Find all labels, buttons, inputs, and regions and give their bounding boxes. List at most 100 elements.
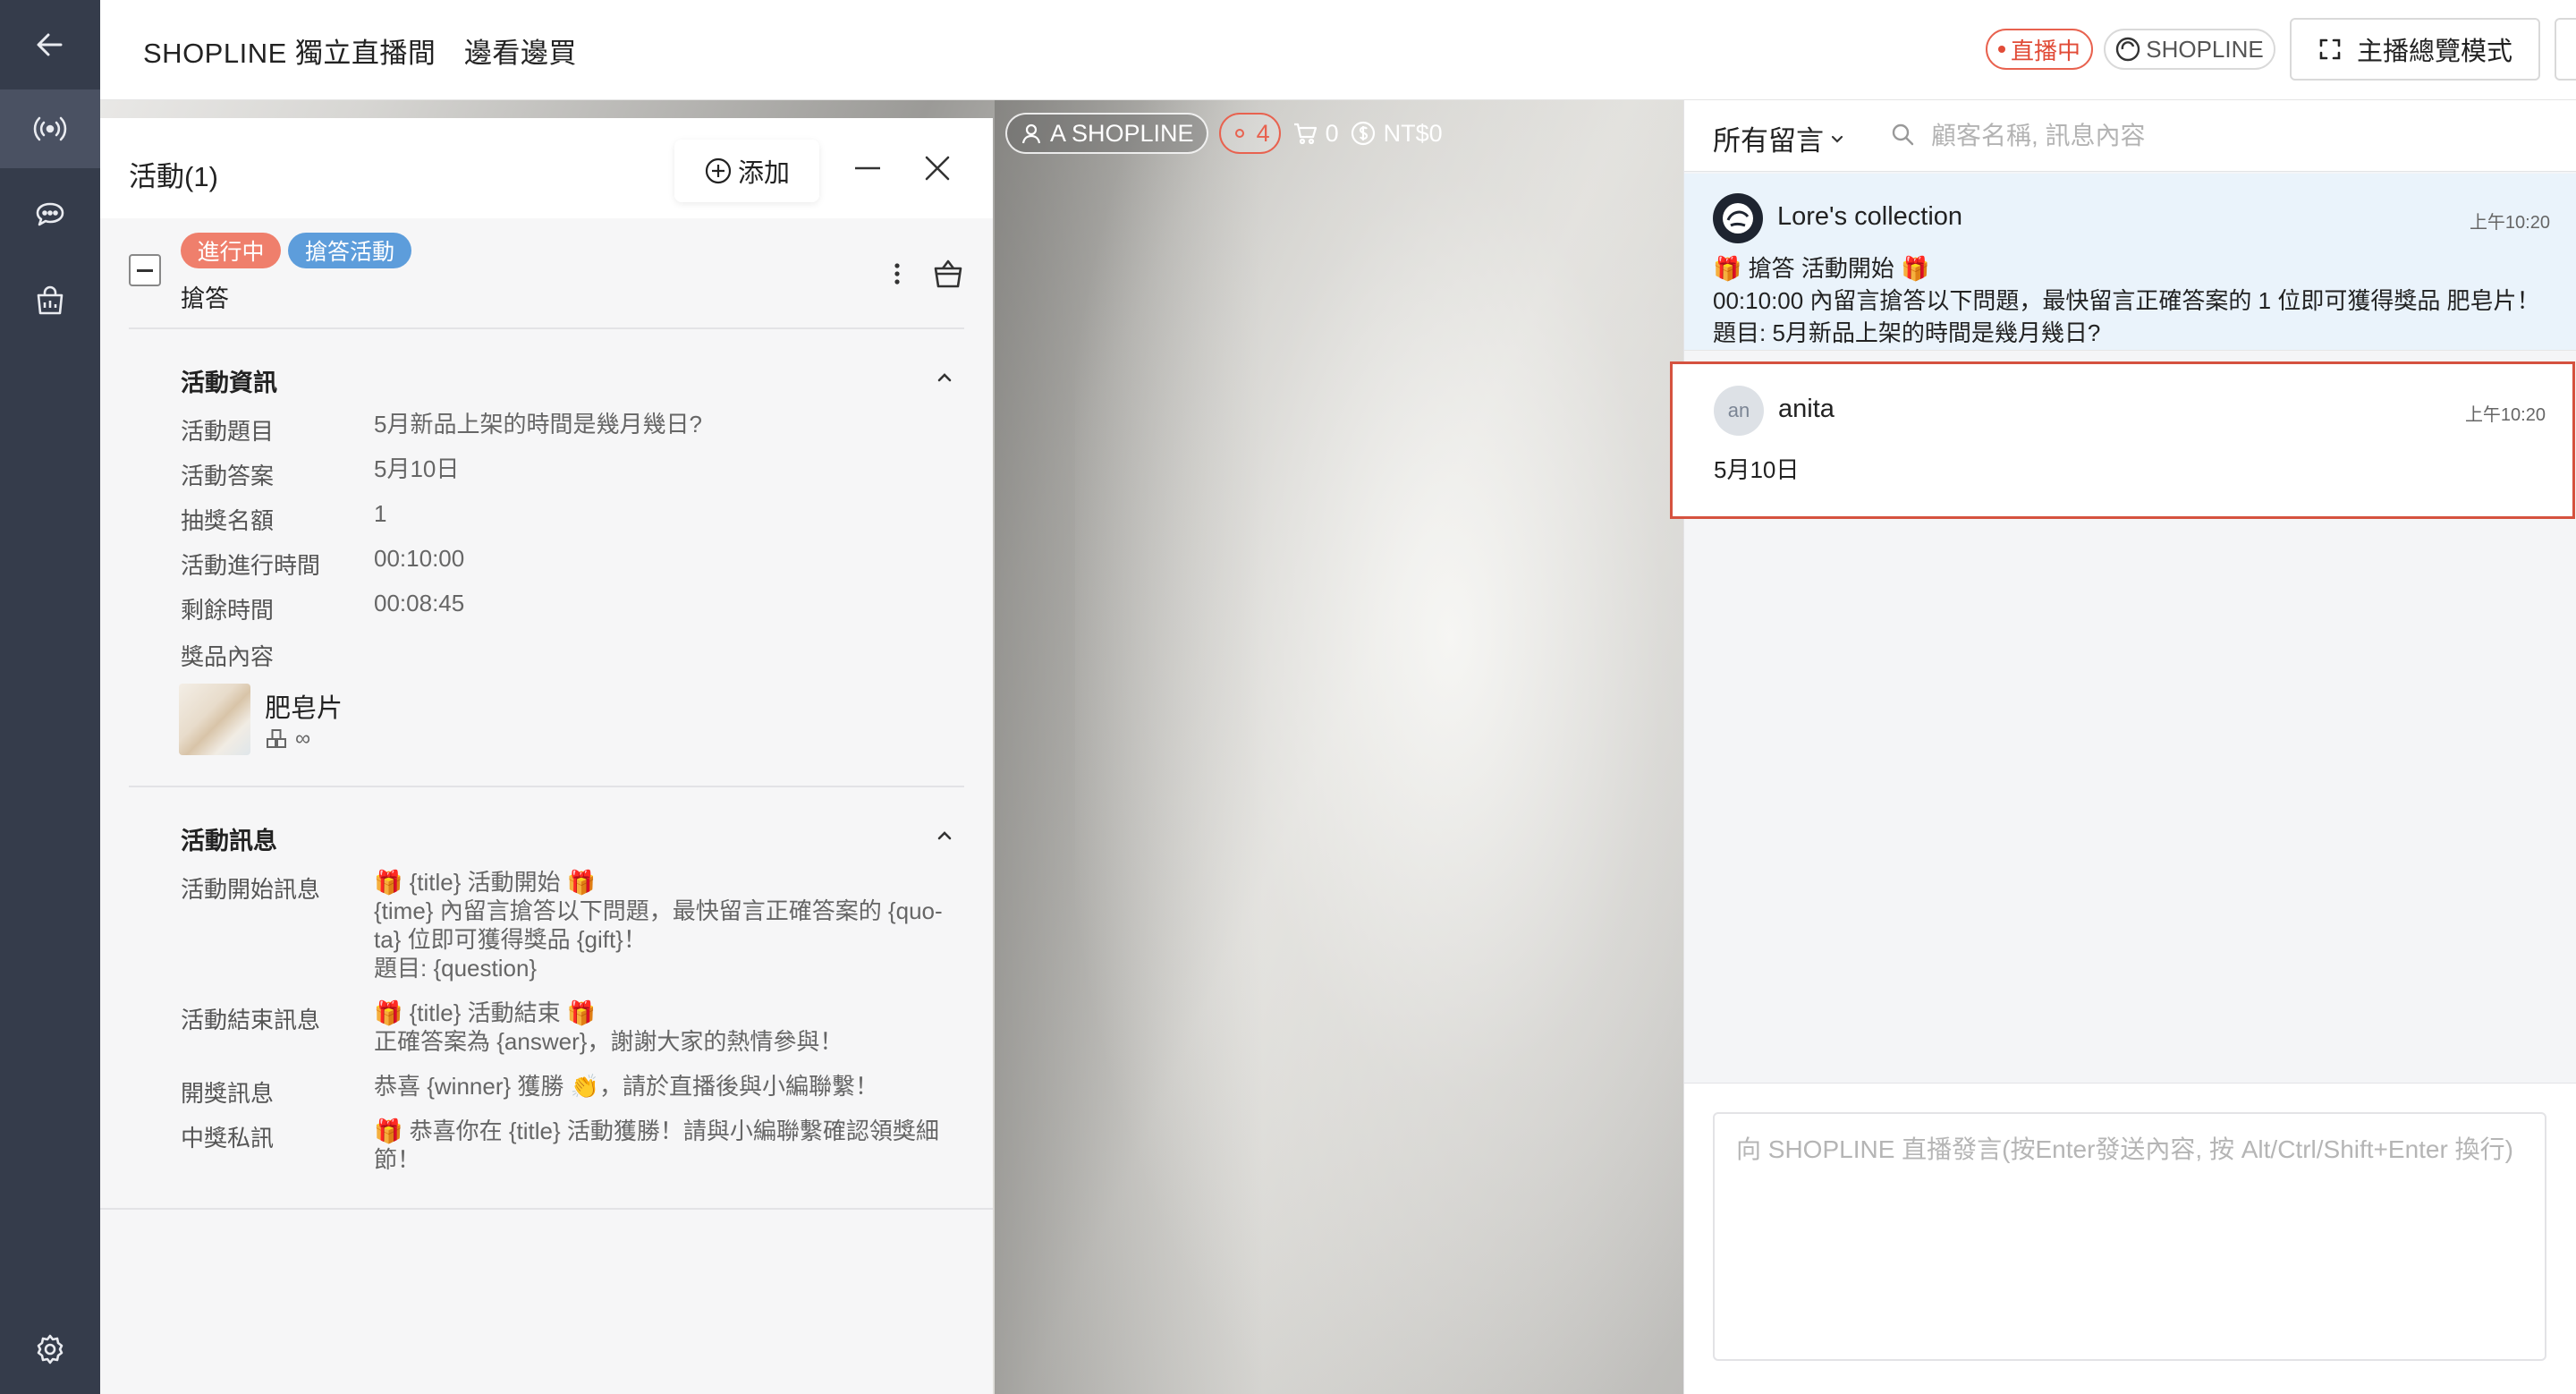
- info-label-remaining: 剩餘時間: [181, 597, 275, 624]
- basket-icon[interactable]: [930, 256, 966, 292]
- live-status-label: 直播中: [2010, 37, 2080, 64]
- info-value-winners: 1: [374, 500, 387, 527]
- msg-value-end: 🎁 {title} 活動結束 🎁 正確答案為 {answer}，謝謝大家的熱情參…: [374, 999, 843, 1055]
- divider: [129, 786, 964, 787]
- prize-thumbnail: [179, 684, 250, 755]
- plus-circle-icon: [705, 157, 732, 184]
- sales-amount: NT$0: [1383, 119, 1443, 147]
- video-highlight: [1075, 100, 1683, 1394]
- eye-icon: [1234, 129, 1244, 138]
- cart-count: 0: [1325, 119, 1339, 147]
- info-label-answer: 活動答案: [181, 463, 275, 489]
- comments-panel: 所有留言 Lore's collection 上午10:20 🎁 搶答 活動開始…: [1670, 100, 2576, 1394]
- comment-line: 00:10:00 內留言搶答以下問題，最快留言正確答案的 1 位即可獲得獎品 肥…: [1713, 287, 2540, 314]
- warehouse-icon: [267, 729, 286, 748]
- close-icon[interactable]: [919, 150, 955, 186]
- comment-line: 題目: 5月新品上架的時間是幾月幾日?: [1713, 319, 2101, 346]
- shopline-logo-icon: [2116, 37, 2140, 62]
- video-stats-bar: A SHOPLINE 4 0 NT$0: [1005, 113, 1443, 154]
- account-pill[interactable]: A SHOPLINE: [1005, 113, 1208, 154]
- sidebar-item-chat[interactable]: [0, 175, 100, 254]
- share-icon: [2572, 35, 2576, 64]
- shopline-logo-icon: [1723, 203, 1753, 234]
- msg-label-start: 活動開始訊息: [181, 876, 321, 903]
- sidebar-item-settings[interactable]: [0, 1310, 100, 1389]
- prize-stock: ∞: [265, 727, 310, 752]
- info-value-question: 5月新品上架的時間是幾月幾日?: [374, 411, 702, 438]
- comment-author: anita: [1778, 395, 1835, 423]
- info-label-question: 活動題目: [181, 418, 275, 445]
- share-button[interactable]: [2555, 18, 2576, 81]
- more-options-icon[interactable]: [884, 258, 911, 290]
- back-button[interactable]: [0, 5, 100, 84]
- comment-search-input[interactable]: [1931, 116, 2539, 156]
- status-badge: 進行中: [181, 233, 281, 268]
- comment-author: Lore's collection: [1777, 202, 1963, 231]
- avatar: [1713, 193, 1763, 243]
- prize-name: 肥皂片: [265, 694, 343, 723]
- activity-panel-header: 活動(1) 添加: [100, 118, 993, 218]
- comment-time: 上午10:20: [2464, 405, 2546, 425]
- host-overview-button[interactable]: 主播總覽模式: [2290, 18, 2540, 81]
- msg-label-draw: 開獎訊息: [181, 1080, 275, 1107]
- info-label-duration: 活動進行時間: [181, 552, 321, 579]
- add-activity-label: 添加: [737, 159, 790, 188]
- msg-value-private: 🎁 恭喜你在 {title} 活動獲勝！請與小編聯繫確認領獎細 節！: [374, 1118, 939, 1173]
- comment-compose-area: [1684, 1083, 2576, 1394]
- add-activity-button[interactable]: 添加: [674, 140, 819, 202]
- viewer-count-pill: 4: [1218, 113, 1281, 154]
- chat-bubble-icon: [36, 202, 64, 226]
- comment-filter-dropdown[interactable]: 所有留言: [1713, 118, 1845, 158]
- msg-label-private: 中獎私訊: [181, 1125, 275, 1152]
- page-title: SHOPLINE 獨立直播間 邊看邊買: [143, 38, 577, 69]
- broadcast-icon: [33, 116, 67, 141]
- comments-toolbar: 所有留言: [1684, 100, 2576, 172]
- viewer-count: 4: [1256, 119, 1270, 147]
- divider: [129, 327, 964, 329]
- comment-line: 🎁 搶答 活動開始 🎁: [1713, 255, 1930, 282]
- msg-value-draw: 恭喜 {winner} 獲勝 👏，請於直播後與小編聯繫！: [374, 1073, 879, 1100]
- arrow-left-icon: [37, 33, 63, 56]
- fullscreen-icon: [2319, 38, 2341, 60]
- activity-info-title: 活動資訊: [181, 370, 277, 396]
- chevron-down-icon: [1831, 135, 1843, 143]
- comment-input[interactable]: [1713, 1112, 2546, 1361]
- info-label-prize: 獎品內容: [181, 643, 275, 670]
- live-status-badge: 直播中: [1986, 29, 2093, 70]
- shopping-bag-icon: [37, 285, 64, 315]
- activity-panel-title: 活動(1): [129, 161, 218, 192]
- info-value-remaining: 00:08:45: [374, 590, 465, 616]
- comment-line: 5月10日: [1714, 456, 1800, 483]
- collapse-activity-toggle[interactable]: [129, 254, 161, 286]
- cart-stat: 0: [1292, 120, 1339, 148]
- msg-label-end: 活動結束訊息: [181, 1007, 321, 1033]
- comment-time: 上午10:20: [2469, 213, 2550, 233]
- search-icon: [1892, 123, 1914, 146]
- chevron-up-icon[interactable]: [932, 365, 957, 390]
- info-value-answer: 5月10日: [374, 455, 460, 482]
- info-value-duration: 00:10:00: [374, 545, 465, 572]
- avatar: an: [1714, 386, 1764, 436]
- sales-stat: NT$0: [1350, 120, 1443, 148]
- msg-value-start: 🎁 {title} 活動開始 🎁 {time} 內留言搶答以下問題，最快留言正確…: [374, 869, 943, 982]
- comment-item[interactable]: Lore's collection 上午10:20 🎁 搶答 活動開始 🎁 00…: [1684, 174, 2576, 351]
- sidebar-item-live[interactable]: [0, 89, 100, 168]
- prize-stock-value: ∞: [295, 727, 311, 751]
- divider: [100, 1208, 993, 1210]
- chevron-up-icon[interactable]: [932, 823, 957, 848]
- comment-item-highlighted[interactable]: an anita 上午10:20 5月10日: [1670, 361, 2575, 519]
- activity-type-badge: 搶答活動: [288, 233, 411, 268]
- sidebar-item-shop[interactable]: [0, 261, 100, 340]
- host-overview-label: 主播總覽模式: [2356, 38, 2512, 66]
- comment-filter-label: 所有留言: [1713, 125, 1824, 157]
- account-label: A SHOPLINE: [1050, 119, 1194, 147]
- activity-name: 搶答: [181, 285, 229, 312]
- shop-channel-label: SHOPLINE: [2146, 35, 2264, 63]
- gear-icon: [37, 1334, 64, 1364]
- minimize-icon[interactable]: [850, 150, 886, 186]
- shop-channel-badge: SHOPLINE: [2104, 29, 2275, 70]
- user-icon: [1021, 123, 1041, 144]
- sidebar: [0, 0, 100, 1394]
- live-dot-icon: [1997, 46, 2005, 53]
- top-header: SHOPLINE 獨立直播間 邊看邊買 直播中 SHOPLINE 主播總覽模式: [100, 0, 2576, 100]
